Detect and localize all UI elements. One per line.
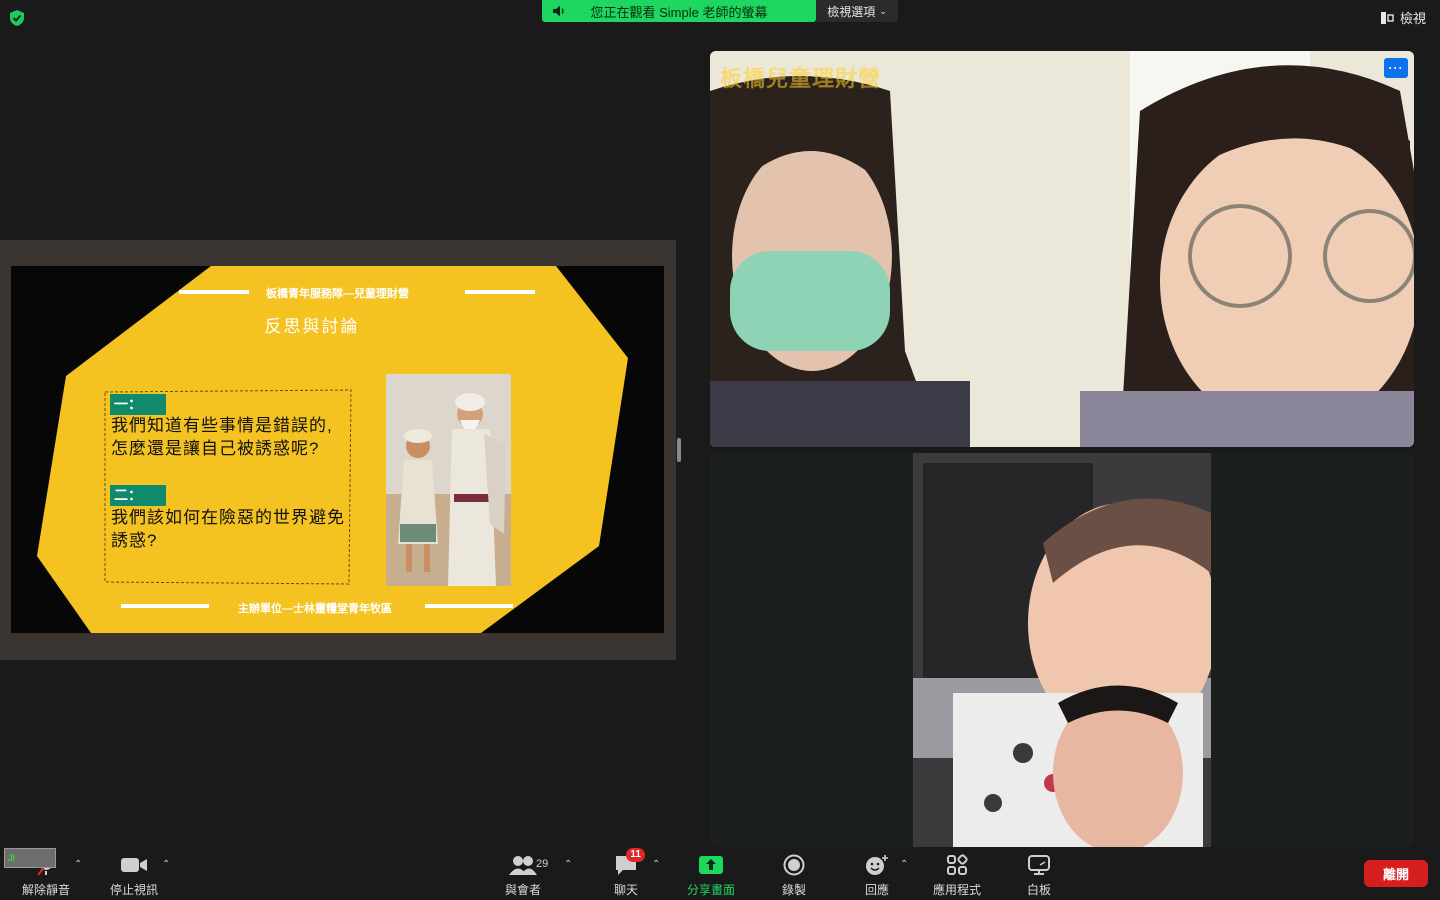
slide-illustration bbox=[386, 374, 511, 586]
unmute-label: 解除靜音 bbox=[21, 883, 70, 897]
chevron-down-icon: ⌄ bbox=[879, 5, 887, 16]
record-button[interactable]: 錄製 bbox=[754, 852, 834, 898]
question-2-label: 二： bbox=[110, 485, 166, 506]
chat-label: 聊天 bbox=[613, 883, 638, 897]
participants-label: 與會者 bbox=[504, 883, 541, 897]
slide-footer: 主辦單位—士林靈糧堂青年牧區 bbox=[238, 603, 392, 615]
shield-check-icon[interactable] bbox=[8, 9, 26, 27]
participants-count: 29 bbox=[536, 858, 549, 870]
reactions-options-caret-icon[interactable]: ⌃ bbox=[900, 859, 910, 870]
more-options-button[interactable]: ··· bbox=[1384, 58, 1408, 78]
share-screen-label: 分享畫面 bbox=[686, 883, 735, 897]
stop-video-label: 停止視訊 bbox=[109, 883, 158, 897]
video-watermark: 板橋兒童理財營 bbox=[720, 66, 882, 91]
self-view-label: JI bbox=[8, 853, 16, 863]
audio-options-caret-icon[interactable]: ⌃ bbox=[74, 859, 84, 870]
view-options-label: 檢視選項 bbox=[827, 4, 876, 19]
reaction-smiley-icon bbox=[866, 855, 888, 875]
view-options-button[interactable]: 檢視選項 ⌄ bbox=[816, 0, 898, 22]
self-view-thumbnail[interactable]: JI bbox=[4, 848, 56, 868]
apps-button[interactable]: 應用程式 bbox=[917, 852, 997, 898]
share-screen-icon bbox=[699, 856, 723, 874]
share-screen-button[interactable]: 分享畫面 bbox=[671, 852, 751, 898]
top-bar: 您正在觀看 Simple 老師的螢幕 檢視選項 ⌄ 檢視 bbox=[0, 0, 1440, 36]
video-options-caret-icon[interactable]: ⌃ bbox=[162, 859, 172, 870]
view-layout-icon bbox=[1380, 11, 1394, 24]
record-label: 錄製 bbox=[781, 883, 806, 897]
question-2-text: 我們該如何在險惡的世界避免誘惑? bbox=[111, 508, 345, 550]
question-1-text: 我們知道有些事情是錯誤的,怎麼還是讓自己被誘惑呢? bbox=[111, 416, 333, 458]
whiteboard-label: 白板 bbox=[1026, 883, 1051, 897]
slide: 板橋青年服務隊—兒童理財營 反思與討論 一： 我們知道有些事情是錯誤的,怎麼還是… bbox=[11, 266, 664, 633]
view-button[interactable]: 檢視 bbox=[1380, 8, 1426, 27]
slide-title: 板橋青年服務隊—兒童理財營 bbox=[266, 288, 409, 300]
whiteboard-button[interactable]: 白板 bbox=[999, 852, 1079, 898]
chat-unread-badge: 11 bbox=[626, 848, 645, 862]
participants-options-caret-icon[interactable]: ⌃ bbox=[564, 859, 574, 870]
participants-button[interactable]: 29 與會者 bbox=[483, 852, 563, 898]
chat-options-caret-icon[interactable]: ⌃ bbox=[652, 859, 662, 870]
video-tile-participant-1[interactable]: 板橋兒童理財營 ··· bbox=[710, 51, 1414, 447]
whiteboard-icon bbox=[1028, 855, 1050, 875]
meeting-toolbar: 解除靜音 ⌃ 停止視訊 ⌃ 29 與會者 ⌃ 11 聊天 ⌃ 分享畫面 錄製 回… bbox=[0, 847, 1440, 900]
video-camera-icon bbox=[121, 858, 147, 872]
shared-screen: 板橋青年服務隊—兒童理財營 反思與討論 一： 我們知道有些事情是錯誤的,怎麼還是… bbox=[0, 240, 676, 660]
speaker-icon bbox=[553, 5, 564, 17]
viewing-share-banner: 您正在觀看 Simple 老師的螢幕 bbox=[542, 0, 816, 22]
participants-icon bbox=[509, 856, 537, 875]
participant-video bbox=[710, 51, 1414, 447]
view-label: 檢視 bbox=[1399, 11, 1426, 26]
apps-icon bbox=[947, 854, 968, 875]
leave-button[interactable]: 離開 bbox=[1364, 860, 1428, 887]
banner-text: 您正在觀看 Simple 老師的螢幕 bbox=[590, 4, 768, 20]
record-icon bbox=[783, 854, 805, 876]
participant-video bbox=[913, 453, 1211, 847]
resize-handle[interactable] bbox=[677, 438, 681, 462]
leave-label: 離開 bbox=[1382, 867, 1409, 882]
more-icon: ··· bbox=[1388, 61, 1404, 75]
apps-label: 應用程式 bbox=[932, 883, 981, 897]
slide-heading: 反思與討論 bbox=[264, 317, 360, 336]
question-1-label: 一： bbox=[110, 394, 166, 415]
reactions-label: 回應 bbox=[864, 883, 889, 897]
video-tile-participant-2[interactable] bbox=[710, 453, 1414, 847]
